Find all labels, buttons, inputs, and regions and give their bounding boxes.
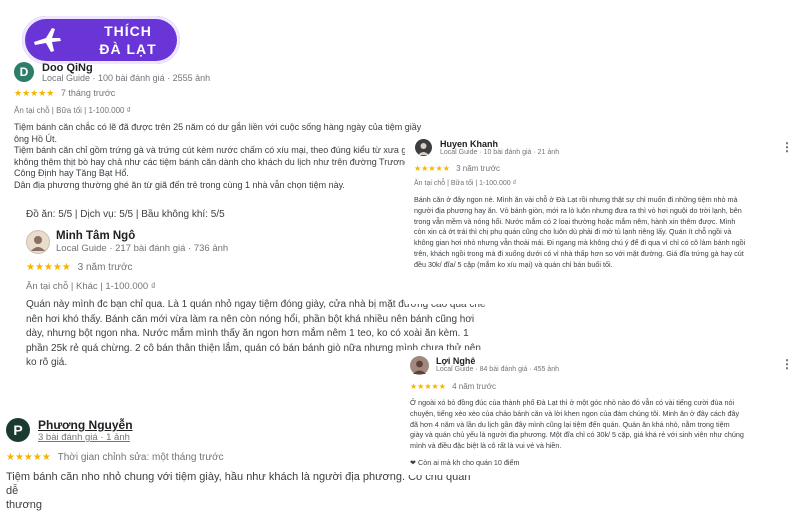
review-text: Tiệm bánh căn chắc có lẽ đã được trên 25…	[14, 122, 422, 190]
star-rating: ★★★★★	[410, 382, 446, 391]
avatar[interactable]	[410, 356, 429, 375]
likes-note: ❤ Còn ai mà kh cho quán 10 điểm	[410, 458, 520, 467]
avatar[interactable]	[26, 230, 50, 254]
rating-row: ★★★★★ Thời gian chỉnh sửa: một tháng trư…	[6, 452, 224, 463]
avatar[interactable]: P	[6, 418, 30, 442]
review-time: Thời gian chỉnh sửa: một tháng trước	[57, 452, 224, 463]
person-photo-icon	[418, 143, 429, 155]
more-options-icon[interactable]: ⋮	[781, 140, 793, 154]
review-text: Ở ngoài xó bỏ đồng đúc của thành phố Đà …	[410, 398, 744, 451]
ratings-breakdown: Đồ ăn: 5/5 | Dịch vụ: 5/5 | Bầu không kh…	[26, 209, 225, 220]
plane-icon	[34, 28, 61, 52]
review-time: 4 năm trước	[452, 382, 497, 391]
person-photo-icon	[413, 360, 426, 374]
reviewer-meta: Local Guide · 217 bài đánh giá · 736 ảnh	[56, 243, 229, 254]
thich-da-lat-logo: THÍCH ĐÀ LẠT	[22, 16, 180, 64]
review-time: 7 tháng trước	[60, 88, 116, 98]
reviewer-name[interactable]: Phương Nguyễn	[38, 418, 133, 432]
rating-row: ★★★★★ 4 năm trước	[410, 382, 496, 391]
reviewer-meta: Local Guide · 100 bài đánh giá · 2555 ản…	[42, 73, 211, 83]
review-text: Tiệm bánh căn nho nhỏ chung với tiệm già…	[6, 471, 471, 511]
brand-name: THÍCH ĐÀ LẠT	[99, 23, 157, 57]
rating-row: ★★★★★ 3 năm trước	[414, 164, 500, 173]
reviewer-name[interactable]: Minh Tâm Ngô	[56, 230, 135, 242]
review-time: 3 năm trước	[77, 262, 133, 273]
rating-row: ★★★★★ 3 năm trước	[26, 262, 133, 273]
reviewer-name[interactable]: Huyen Khanh	[440, 139, 498, 149]
more-options-icon[interactable]: ⋮	[781, 357, 793, 371]
review-text: Bánh căn ở đây ngon nè. Mình ăn vài chỗ …	[414, 195, 746, 269]
visit-tags: Ăn tại chỗ | Khác | 1-100.000 ₫	[26, 281, 156, 292]
star-rating: ★★★★★	[26, 262, 71, 273]
star-rating: ★★★★★	[14, 88, 55, 98]
visit-tags: Ăn tại chỗ | Bữa tối | 1-100.000 ₫	[414, 180, 517, 187]
review-time: 3 năm trước	[456, 164, 501, 173]
star-rating: ★★★★★	[6, 452, 51, 463]
person-photo-icon	[31, 236, 45, 251]
rating-row: ★★★★★ 7 tháng trước	[14, 88, 115, 99]
avatar[interactable]: D	[14, 62, 34, 82]
reviewer-name[interactable]: Lợi Nghê	[436, 356, 475, 366]
visit-tags: Ăn tại chỗ | Bữa tối | 1-100.000 ₫	[14, 106, 131, 115]
reviewer-meta: 3 bài đánh giá · 1 ảnh	[38, 432, 130, 443]
reviewer-meta: Local Guide · 10 bài đánh giá · 21 ảnh	[440, 149, 560, 156]
avatar[interactable]	[415, 139, 432, 156]
reviewer-meta: Local Guide · 84 bài đánh giá · 455 ảnh	[436, 366, 559, 373]
star-rating: ★★★★★	[414, 164, 450, 173]
